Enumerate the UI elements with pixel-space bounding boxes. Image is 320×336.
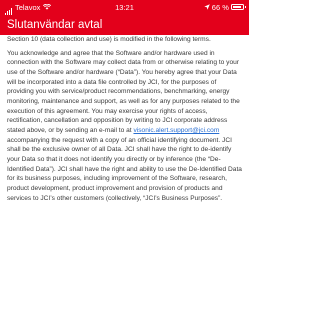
page-title: Slutanvändar avtal (7, 19, 103, 31)
battery-icon (231, 4, 246, 11)
status-right: 66 % (204, 0, 246, 15)
status-bar: Telavox 13:21 66 % (0, 0, 249, 15)
agreement-text: You acknowledge and agree that the Softw… (7, 49, 240, 134)
battery-percent: 66 % (211, 3, 229, 12)
agreement-paragraph: Section 10 (data collection and use) is … (7, 36, 211, 43)
support-email-link[interactable]: visonic.alert.support@jci.com (133, 127, 219, 134)
location-arrow-icon (204, 3, 212, 12)
agreement-text-scroll-area[interactable]: Section 10 (data collection and use) is … (7, 35, 244, 336)
agreement-text: accompanying the request with a copy of … (7, 136, 242, 202)
app-header: Slutanvändar avtal (0, 15, 249, 35)
agreement-paragraph: You acknowledge and agree that the Softw… (7, 49, 244, 204)
